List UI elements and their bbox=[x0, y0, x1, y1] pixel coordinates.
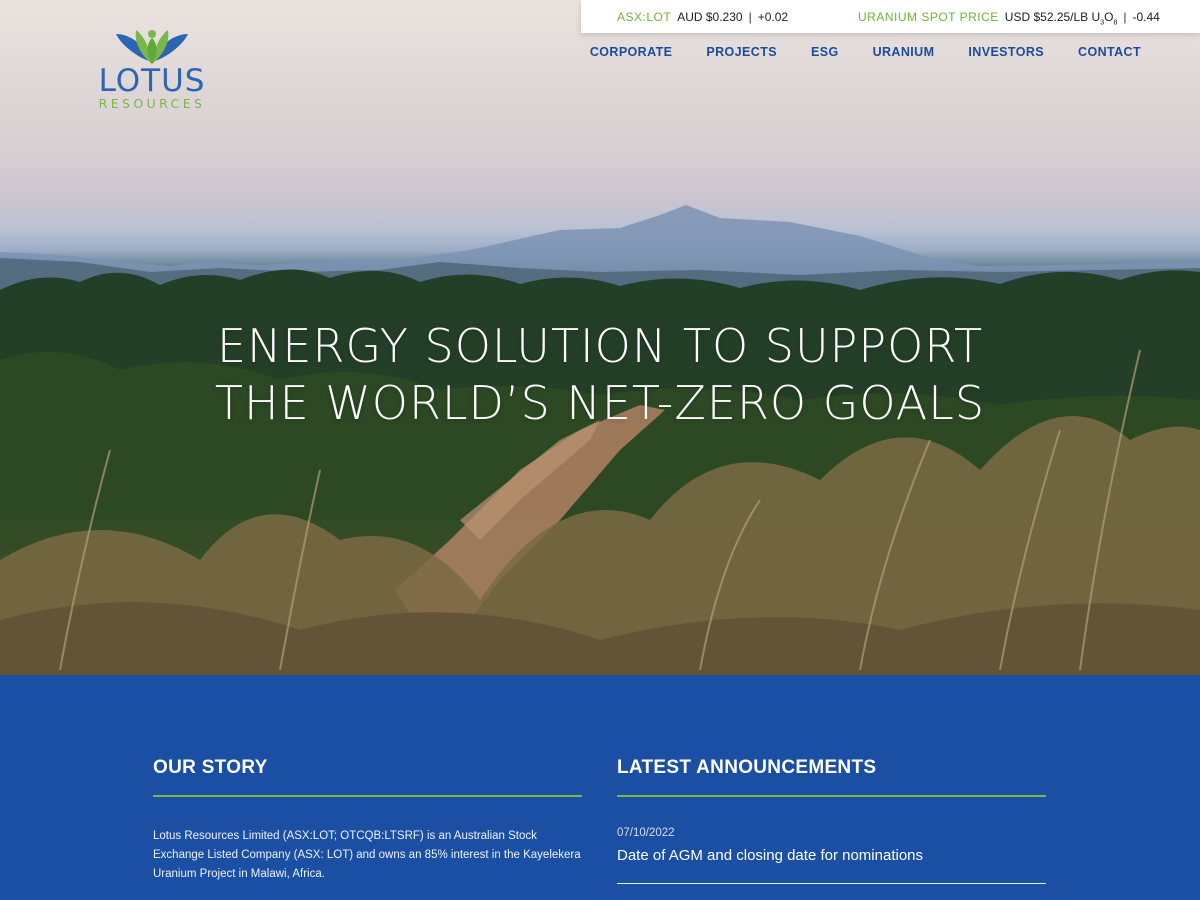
asx-ticker-label: ASX:LOT bbox=[617, 10, 672, 24]
logo-subtitle: RESOURCES bbox=[98, 96, 206, 111]
ticker-separator: | bbox=[748, 10, 752, 24]
nav-esg[interactable]: ESG bbox=[811, 45, 839, 59]
nav-investors[interactable]: INVESTORS bbox=[968, 45, 1044, 59]
nav-uranium[interactable]: URANIUM bbox=[873, 45, 935, 59]
lotus-flower-icon bbox=[116, 30, 188, 64]
asx-ticker-change: +0.02 bbox=[757, 10, 789, 24]
uranium-spot-price: URANIUM SPOT PRICE USD $52.25/LB U3O8 | -0.… bbox=[858, 10, 1160, 26]
ticker-separator: | bbox=[1123, 10, 1127, 24]
info-section: OUR STORY Lotus Resources Limited (ASX:L… bbox=[0, 675, 1200, 900]
our-story-text: Lotus Resources Limited (ASX:LOT; OTCQB:… bbox=[153, 830, 581, 880]
uranium-price-label: URANIUM SPOT PRICE bbox=[858, 10, 999, 24]
announcement-date: 07/10/2022 bbox=[617, 827, 675, 839]
uranium-price-change: -0.44 bbox=[1132, 10, 1160, 24]
announcement-link[interactable]: Date of AGM and closing date for nominat… bbox=[617, 846, 1046, 884]
main-navigation: CORPORATE PROJECTS ESG URANIUM INVESTORS… bbox=[556, 45, 1141, 59]
nav-projects[interactable]: PROJECTS bbox=[706, 45, 777, 59]
hero-headline: ENERGY SOLUTION TO SUPPORT THE WORLD’S N… bbox=[0, 318, 1200, 432]
hero-headline-line-1: ENERGY SOLUTION TO SUPPORT bbox=[216, 319, 984, 373]
uranium-subscript-8: 8 bbox=[1113, 19, 1118, 27]
our-story-column: OUR STORY Lotus Resources Limited (ASX:L… bbox=[153, 757, 582, 884]
lotus-resources-logo[interactable]: LOTUS RESOURCES bbox=[84, 24, 224, 114]
hero-headline-line-2: THE WORLD’S NET-ZERO GOALS bbox=[214, 376, 986, 430]
nav-corporate[interactable]: CORPORATE bbox=[590, 45, 673, 59]
stock-ticker-bar: ASX:LOT AUD $0.230 | +0.02 URANIUM SPOT PRI… bbox=[581, 0, 1200, 33]
asx-ticker-price: AUD $0.230 bbox=[677, 10, 743, 24]
nav-contact[interactable]: CONTACT bbox=[1078, 45, 1141, 59]
asx-ticker: ASX:LOT AUD $0.230 | +0.02 bbox=[617, 10, 788, 24]
our-story-heading: OUR STORY bbox=[153, 757, 582, 797]
logo-wordmark: LOTUS bbox=[98, 63, 206, 99]
announcements-heading: LATEST ANNOUNCEMENTS bbox=[617, 757, 1046, 797]
announcements-column: LATEST ANNOUNCEMENTS 07/10/2022 Date of … bbox=[617, 757, 1046, 884]
uranium-price-value: USD $52.25/LB U bbox=[1004, 10, 1101, 24]
